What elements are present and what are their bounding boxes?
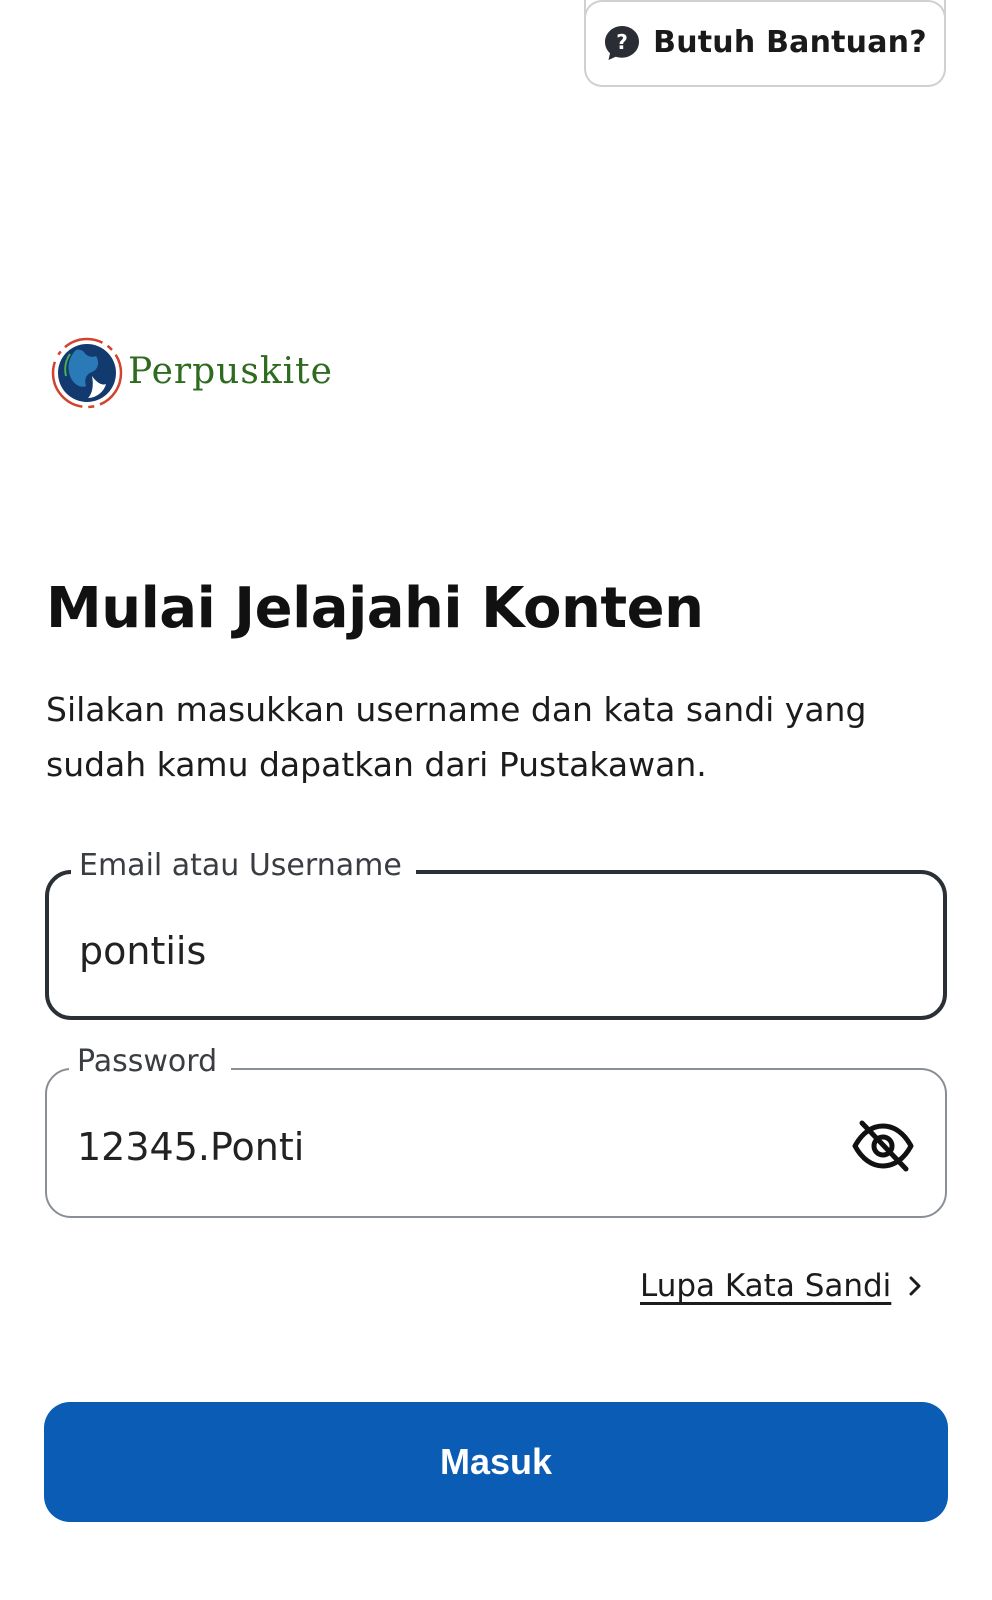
page-title: Mulai Jelajahi Konten (46, 576, 704, 641)
email-field[interactable]: Email atau Username (45, 848, 947, 1020)
forgot-password-link[interactable]: Lupa Kata Sandi (640, 1268, 927, 1304)
password-field[interactable]: Password (45, 1044, 947, 1218)
login-button-label: Masuk (439, 1441, 553, 1482)
svg-text:?: ? (616, 30, 628, 54)
forgot-password-label: Lupa Kata Sandi (640, 1268, 892, 1304)
question-bubble-icon: ? (605, 25, 640, 60)
chevron-right-icon (909, 1276, 921, 1296)
email-field-label: Email atau Username (71, 848, 416, 883)
password-input[interactable] (77, 1120, 837, 1174)
password-field-label: Password (69, 1044, 232, 1079)
help-button[interactable]: ? Butuh Bantuan? (584, 0, 946, 87)
eye-off-icon (852, 1120, 914, 1172)
login-button[interactable]: Masuk (44, 1402, 948, 1522)
app-logo: Perpuskite (50, 336, 333, 410)
help-button-label: Butuh Bantuan? (653, 25, 927, 60)
password-visibility-toggle[interactable] (851, 1114, 915, 1178)
page-subtitle: Silakan masukkan username dan kata sandi… (46, 690, 867, 784)
email-input[interactable] (79, 924, 839, 978)
logo-wordmark: Perpuskite (128, 350, 333, 392)
login-page: ? Butuh Bantuan? Perpuskite Mulai Jelaja… (0, 0, 992, 1600)
perpuskite-globe-logo (51, 337, 123, 409)
